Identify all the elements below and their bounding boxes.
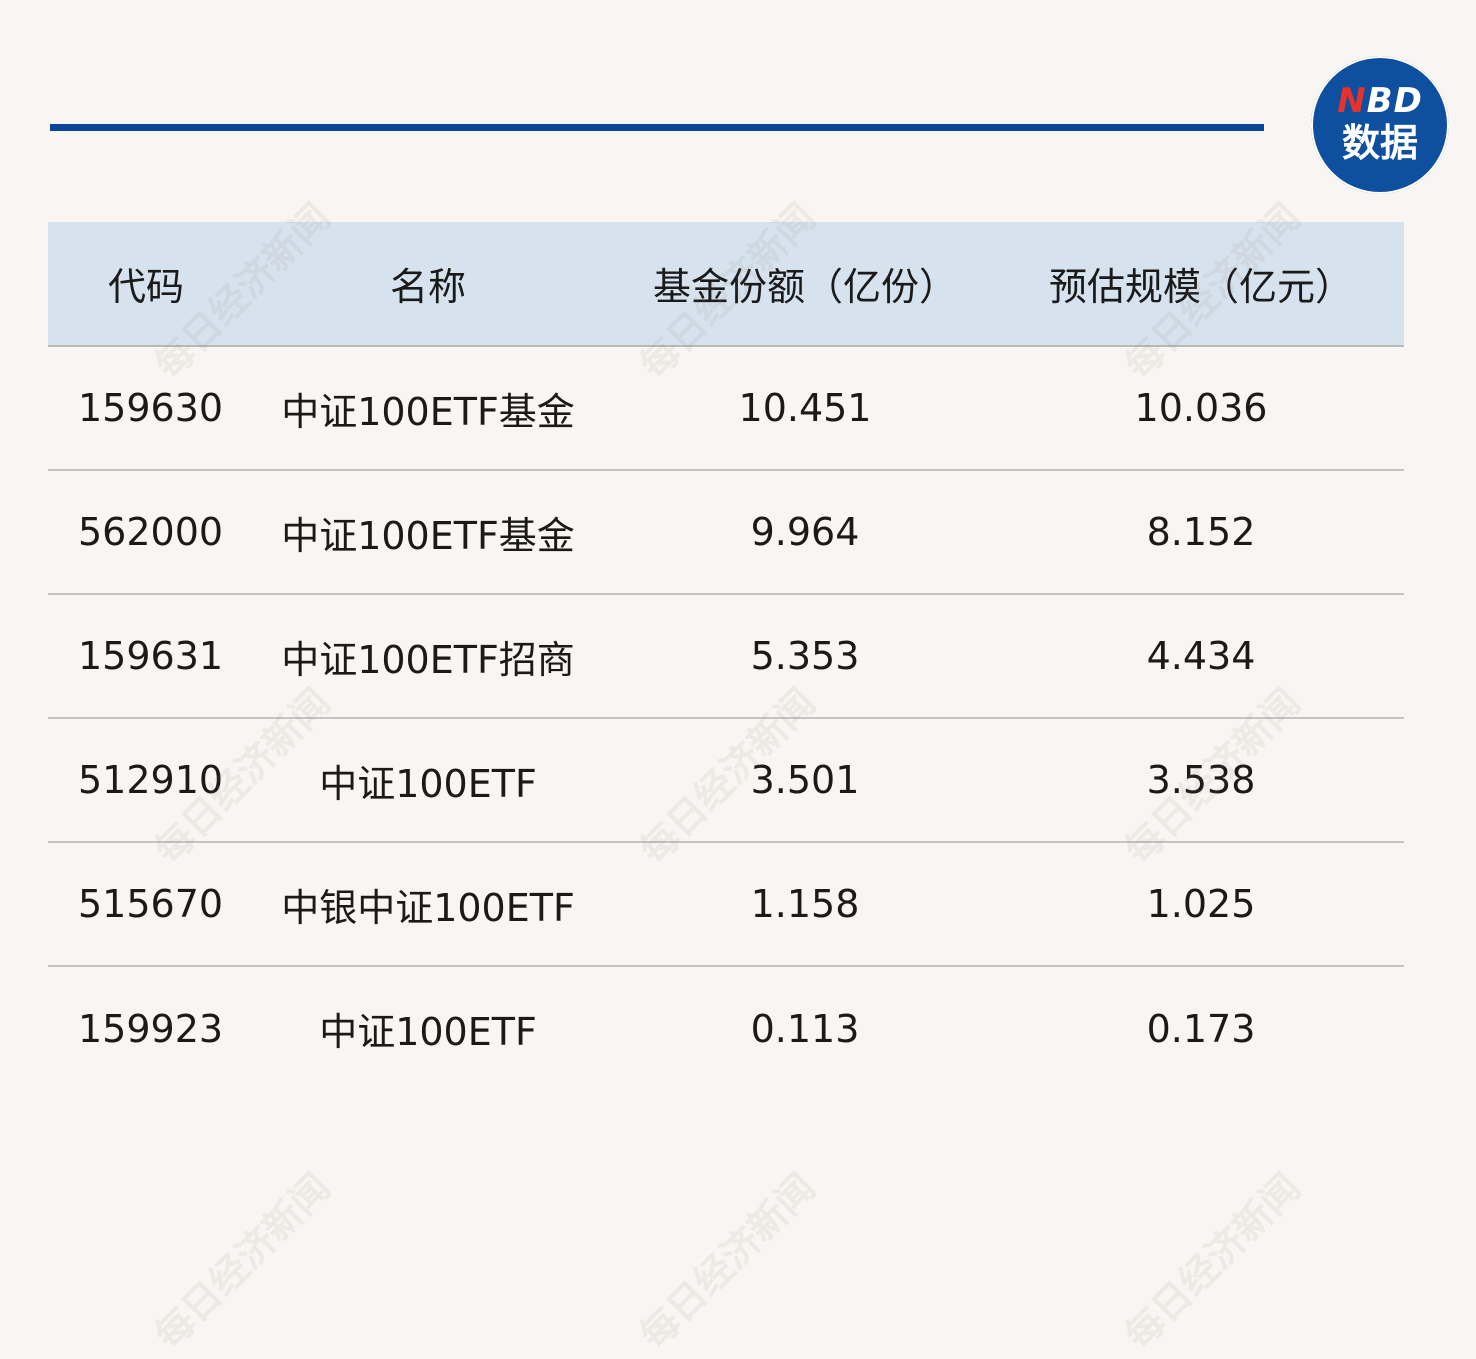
cell-estimated-scale: 8.152 (1146, 510, 1256, 554)
cell-code: 159923 (78, 1006, 224, 1051)
fund-table: 代码 名称 基金份额（亿份） 预估规模（亿元） 159630 中证100ETF基… (48, 222, 1404, 1090)
table-header-row: 代码 名称 基金份额（亿份） 预估规模（亿元） (48, 222, 1404, 347)
table-row: 159923 中证100ETF 0.113 0.173 (48, 966, 1404, 1090)
cell-name: 中证100ETF (319, 761, 537, 806)
logo-letters-bd: BD (1366, 81, 1423, 121)
cell-code: 512910 (78, 758, 224, 802)
table-row: 515670 中银中证100ETF 1.158 1.025 (48, 842, 1404, 966)
header-estimated-scale: 预估规模（亿元） (998, 222, 1404, 347)
cell-name: 中证100ETF基金 (281, 389, 575, 434)
nbd-data-logo: NBD 数据 (1311, 56, 1449, 194)
top-accent-rule (50, 124, 1264, 131)
cell-code: 562000 (78, 510, 224, 554)
cell-fund-shares: 5.353 (750, 634, 860, 678)
header-name: 名称 (244, 222, 612, 347)
cell-name: 中证100ETF基金 (281, 513, 575, 558)
watermark-text: 每日经济新闻 (145, 1164, 339, 1358)
table-row: 562000 中证100ETF基金 9.964 8.152 (48, 470, 1404, 594)
cell-estimated-scale: 1.025 (1146, 882, 1256, 926)
cell-code: 159631 (78, 634, 224, 678)
header-fund-shares: 基金份额（亿份） (612, 222, 998, 347)
table-row: 159630 中证100ETF基金 10.451 10.036 (48, 346, 1404, 470)
header-code: 代码 (48, 222, 244, 347)
cell-name: 中银中证100ETF (281, 885, 575, 930)
table-row: 512910 中证100ETF 3.501 3.538 (48, 718, 1404, 842)
cell-code: 159630 (78, 386, 224, 430)
cell-fund-shares: 1.158 (750, 882, 860, 926)
cell-estimated-scale: 0.173 (1146, 1006, 1256, 1051)
cell-estimated-scale: 10.036 (1134, 386, 1268, 430)
cell-name: 中证100ETF招商 (281, 637, 575, 682)
cell-fund-shares: 9.964 (750, 510, 860, 554)
cell-fund-shares: 10.451 (738, 386, 872, 430)
cell-fund-shares: 3.501 (750, 758, 860, 802)
watermark-text: 每日经济新闻 (1115, 1164, 1309, 1358)
cell-estimated-scale: 4.434 (1146, 634, 1256, 678)
cell-name: 中证100ETF (319, 1010, 537, 1054)
logo-label: 数据 (1341, 121, 1418, 165)
cell-estimated-scale: 3.538 (1146, 758, 1256, 802)
logo-letter-n: N (1337, 81, 1367, 121)
cell-code: 515670 (78, 882, 224, 926)
logo-wordmark: NBD (1337, 84, 1423, 118)
table-row: 159631 中证100ETF招商 5.353 4.434 (48, 594, 1404, 718)
cell-fund-shares: 0.113 (750, 1006, 860, 1051)
watermark-text: 每日经济新闻 (630, 1164, 824, 1358)
